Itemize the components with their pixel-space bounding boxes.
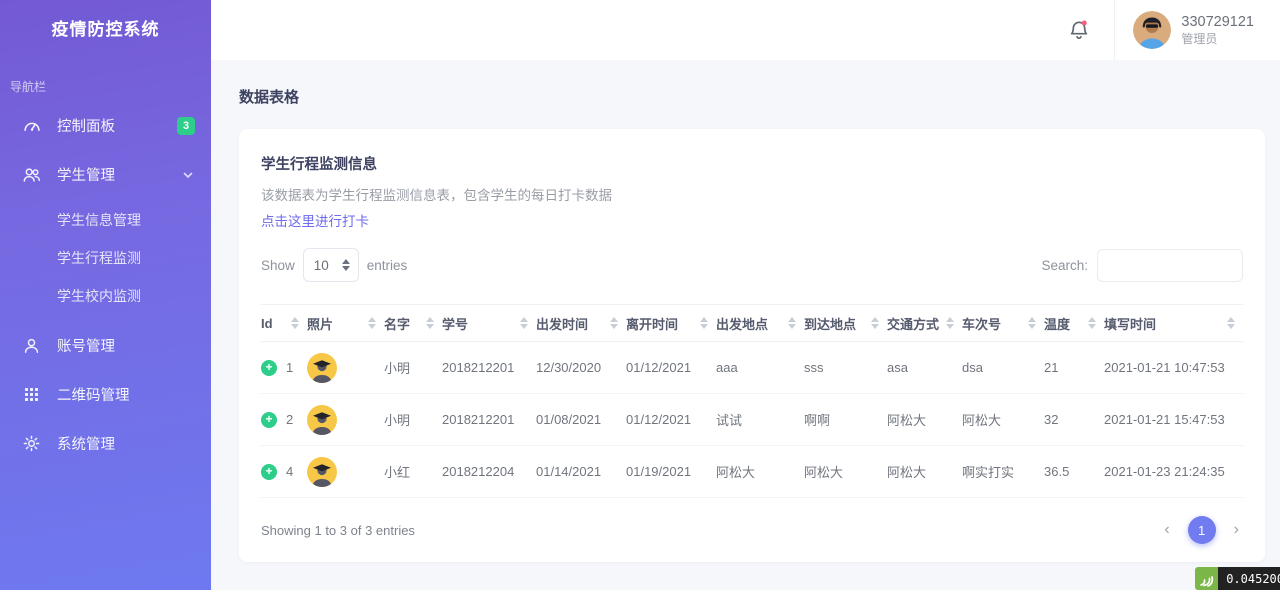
expand-row-icon[interactable] bbox=[261, 360, 277, 376]
dashboard-count-badge: 3 bbox=[177, 117, 195, 135]
page-number-button[interactable]: 1 bbox=[1188, 516, 1216, 544]
table-row: 2 小明 2018212201 01/08/2021 01/12/2021 试试… bbox=[261, 394, 1243, 446]
entries-label: entries bbox=[367, 258, 408, 273]
user-role: 管理员 bbox=[1181, 32, 1254, 47]
col-header-name[interactable]: 名字 bbox=[384, 305, 442, 342]
sort-icon bbox=[291, 317, 299, 329]
col-header-student-no[interactable]: 学号 bbox=[442, 305, 536, 342]
username: 330729121 bbox=[1181, 13, 1254, 31]
page-length-select[interactable]: 10 bbox=[303, 248, 359, 282]
sort-icon bbox=[426, 317, 434, 329]
avatar bbox=[1133, 11, 1171, 49]
col-header-photo[interactable]: 照片 bbox=[307, 305, 384, 342]
app-title: 疫情防控系统 bbox=[0, 0, 211, 60]
sort-icon bbox=[368, 317, 376, 329]
sort-icon bbox=[700, 317, 708, 329]
user-menu[interactable]: 330729121 管理员 bbox=[1114, 0, 1280, 60]
sidebar-item-student-campus[interactable]: 学生校内监测 bbox=[0, 277, 211, 315]
col-header-temperature[interactable]: 温度 bbox=[1044, 305, 1104, 342]
student-photo bbox=[307, 405, 376, 435]
sidebar-item-label: 学生管理 bbox=[57, 164, 181, 185]
page-length-value: 10 bbox=[314, 258, 329, 273]
sidebar-item-label: 系统管理 bbox=[57, 433, 195, 454]
col-header-train-no[interactable]: 车次号 bbox=[962, 305, 1044, 342]
table-row: 1 小明 2018212201 12/30/2020 01/12/2021 aa… bbox=[261, 342, 1243, 394]
expand-row-icon[interactable] bbox=[261, 412, 277, 428]
sort-icon bbox=[946, 317, 954, 329]
sidebar-item-label: 账号管理 bbox=[57, 335, 195, 356]
gauge-icon bbox=[22, 116, 41, 135]
sort-icon bbox=[520, 317, 528, 329]
sort-icon bbox=[788, 317, 796, 329]
sidebar-item-label: 控制面板 bbox=[57, 115, 177, 136]
main-content: 数据表格 学生行程监测信息 该数据表为学生行程监测信息表，包含学生的每日打卡数据… bbox=[211, 60, 1280, 590]
sort-icon bbox=[871, 317, 879, 329]
records-table: Id 照片 名字 学号 出发时间 离开时间 出发地点 到达地点 交通方式 车次号… bbox=[261, 304, 1243, 498]
col-header-filled-at[interactable]: 填写时间 bbox=[1104, 305, 1243, 342]
sidebar-item-student-info[interactable]: 学生信息管理 bbox=[0, 201, 211, 239]
sidebar-item-dashboard[interactable]: 控制面板 3 bbox=[0, 101, 211, 150]
checkin-link[interactable]: 点击这里进行打卡 bbox=[261, 210, 369, 230]
col-header-from[interactable]: 出发地点 bbox=[716, 305, 804, 342]
sort-icon bbox=[1028, 317, 1036, 329]
profiler-badge[interactable]: 0.045200 bbox=[1195, 567, 1280, 590]
qrcode-icon bbox=[22, 385, 41, 404]
topbar: 330729121 管理员 bbox=[211, 0, 1280, 60]
search-label: Search: bbox=[1041, 258, 1088, 273]
card-title: 学生行程监测信息 bbox=[261, 153, 1243, 174]
sidebar-item-system-management[interactable]: 系统管理 bbox=[0, 419, 211, 468]
expand-row-icon[interactable] bbox=[261, 464, 277, 480]
gear-icon bbox=[22, 434, 41, 453]
sort-icon bbox=[610, 317, 618, 329]
prev-page-icon[interactable]: ‹ bbox=[1160, 521, 1173, 539]
select-arrows-icon bbox=[342, 259, 350, 271]
account-icon bbox=[22, 336, 41, 355]
showing-entries-info: Showing 1 to 3 of 3 entries bbox=[261, 523, 415, 538]
show-label: Show bbox=[261, 258, 295, 273]
table-controls: Show 10 entries Search: bbox=[261, 248, 1243, 282]
table-header-row: Id 照片 名字 学号 出发时间 离开时间 出发地点 到达地点 交通方式 车次号… bbox=[261, 305, 1243, 342]
chevron-down-icon bbox=[181, 168, 195, 182]
table-row: 4 小红 2018212204 01/14/2021 01/19/2021 阿松… bbox=[261, 446, 1243, 498]
sidebar: 疫情防控系统 导航栏 控制面板 3 学生管理 学 bbox=[0, 0, 211, 590]
search-input[interactable] bbox=[1097, 249, 1243, 282]
col-header-depart-time[interactable]: 出发时间 bbox=[536, 305, 626, 342]
card-description: 该数据表为学生行程监测信息表，包含学生的每日打卡数据 bbox=[261, 184, 1243, 204]
student-photo bbox=[307, 457, 376, 487]
sidebar-item-student-travel[interactable]: 学生行程监测 bbox=[0, 239, 211, 277]
profiler-flame-icon bbox=[1195, 567, 1218, 590]
sidebar-item-label: 二维码管理 bbox=[57, 384, 195, 405]
sidebar-item-qrcode-management[interactable]: 二维码管理 bbox=[0, 370, 211, 419]
col-header-id[interactable]: Id bbox=[261, 305, 307, 342]
notifications-button[interactable] bbox=[1044, 0, 1114, 60]
sidebar-item-account-management[interactable]: 账号管理 bbox=[0, 321, 211, 370]
data-table-card: 学生行程监测信息 该数据表为学生行程监测信息表，包含学生的每日打卡数据 点击这里… bbox=[239, 129, 1265, 562]
col-header-to[interactable]: 到达地点 bbox=[804, 305, 887, 342]
nav-section-label: 导航栏 bbox=[0, 60, 211, 101]
sidebar-item-student-management[interactable]: 学生管理 bbox=[0, 150, 211, 199]
next-page-icon[interactable]: › bbox=[1230, 521, 1243, 539]
student-photo bbox=[307, 353, 376, 383]
student-management-submenu: 学生信息管理 学生行程监测 学生校内监测 bbox=[0, 199, 211, 321]
sort-icon bbox=[1088, 317, 1096, 329]
pagination: ‹ 1 › bbox=[1160, 516, 1243, 544]
students-icon bbox=[22, 165, 41, 184]
table-footer: Showing 1 to 3 of 3 entries ‹ 1 › bbox=[261, 516, 1243, 544]
sort-icon bbox=[1227, 317, 1235, 329]
bell-icon bbox=[1067, 18, 1091, 42]
profiler-time: 0.045200 bbox=[1218, 567, 1280, 590]
col-header-leave-time[interactable]: 离开时间 bbox=[626, 305, 716, 342]
col-header-transport[interactable]: 交通方式 bbox=[887, 305, 962, 342]
page-title: 数据表格 bbox=[239, 86, 1265, 107]
